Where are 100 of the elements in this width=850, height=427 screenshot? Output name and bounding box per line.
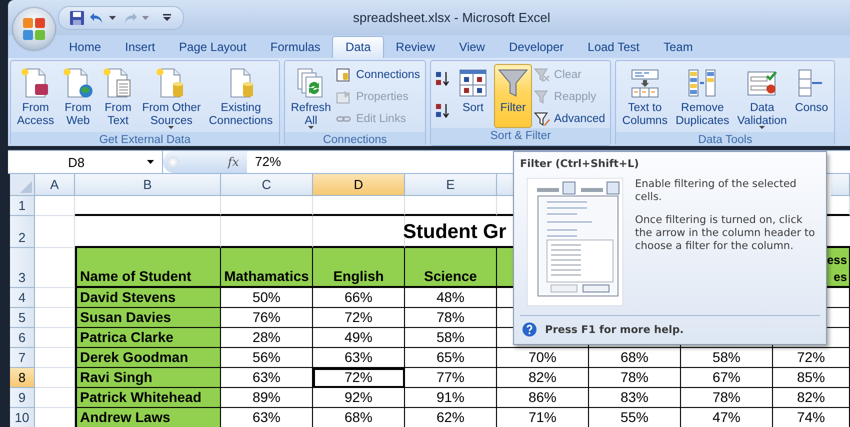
save-icon[interactable] (69, 10, 85, 26)
grade-cell: 71% (497, 408, 589, 427)
ribbon-button[interactable]: Filter (494, 64, 532, 128)
column-header[interactable]: A (35, 174, 75, 196)
column-heading-cell: Mathamatics (221, 248, 313, 288)
caret-icon (759, 126, 766, 129)
grade-cell: 68% (313, 408, 405, 427)
advanced-filter-icon (534, 111, 550, 127)
row-header[interactable]: 2 (10, 216, 35, 248)
corner-triangle-icon (20, 181, 32, 193)
group-label: Sort & Filter (431, 128, 610, 145)
grade-cell: 82% (497, 368, 589, 388)
insert-function-button[interactable]: fx (228, 155, 239, 169)
ribbon-button[interactable]: Data Validation (734, 64, 790, 132)
sheet-title: Student Gr (403, 220, 506, 244)
student-name-cell: Andrew Laws (75, 408, 221, 427)
column-header[interactable]: C (221, 174, 313, 196)
grade-cell: 72% (773, 348, 850, 368)
column-heading-cell: Science (405, 248, 497, 288)
resize-handle[interactable] (167, 156, 179, 168)
grade-cell: 77% (405, 368, 497, 388)
group-label: Get External Data (11, 132, 279, 146)
row-header[interactable]: 1 (10, 196, 35, 216)
ribbon-tab[interactable]: Insert (113, 37, 168, 58)
row-header[interactable]: 4 (10, 288, 35, 308)
student-name-cell: Derek Goodman (75, 348, 221, 368)
grade-cell: 63% (221, 368, 313, 388)
tooltip-title: Filter (Ctrl+Shift+L) (519, 157, 640, 170)
grade-cell: 28% (221, 328, 313, 348)
ribbon-button[interactable]: Text to Columns (619, 64, 671, 132)
ribbon-button[interactable]: Existing Connections (206, 64, 276, 132)
properties-icon (336, 89, 352, 105)
text-to-columns-icon (628, 67, 661, 99)
ribbon-button[interactable]: Conso (792, 64, 832, 132)
caret-icon[interactable] (109, 16, 116, 20)
column-header[interactable]: B (75, 174, 221, 196)
column-heading-cell: Name of Student (75, 248, 221, 288)
caret-icon (147, 160, 154, 164)
customize-toolbar-icon[interactable] (163, 14, 171, 21)
table-cell (35, 216, 75, 248)
reapply-filter-icon (534, 89, 550, 105)
column-header[interactable]: D (313, 174, 405, 196)
caret-icon (168, 126, 174, 129)
office-button[interactable] (13, 8, 55, 50)
filter-icon (497, 67, 530, 99)
grade-cell: 48% (405, 288, 497, 308)
grade-cell: 92% (313, 388, 405, 408)
column-header[interactable] (831, 174, 850, 196)
student-name-cell: Ravi Singh (75, 368, 221, 388)
ribbon-tab[interactable]: Review (384, 37, 448, 58)
grade-cell: 58% (681, 348, 773, 368)
ribbon-tab[interactable]: Load Test (576, 37, 652, 58)
grade-cell: 91% (405, 388, 497, 408)
row-header[interactable]: 9 (10, 388, 35, 408)
grade-cell: 62% (405, 408, 497, 427)
grade-cell: 83% (589, 388, 681, 408)
grade-cell: 76% (221, 308, 313, 328)
ribbon-button[interactable]: Remove Duplicates (672, 64, 732, 132)
grade-cell: 50% (221, 288, 313, 308)
row-header[interactable]: 10 (10, 408, 35, 427)
ribbon-button[interactable]: From Web (59, 64, 98, 132)
row-header[interactable]: 7 (10, 348, 35, 368)
ribbon-button[interactable]: From Access (14, 64, 58, 132)
row-header[interactable]: 5 (10, 308, 35, 328)
ribbon-tab[interactable]: Page Layout (167, 37, 258, 58)
ribbon-button[interactable]: Connections (336, 66, 422, 84)
grade-cell: 55% (589, 408, 681, 427)
grade-cell: 66% (313, 288, 405, 308)
ribbon-button[interactable]: From Text (99, 64, 138, 132)
column-heading-cell: English (313, 248, 405, 288)
row-header[interactable]: 8 (10, 368, 35, 388)
grade-cell: 65% (405, 348, 497, 368)
grade-cell: 78% (589, 368, 681, 388)
row-header[interactable]: 6 (10, 328, 35, 348)
remove-duplicates-icon (686, 67, 718, 99)
row-header[interactable]: 3 (10, 248, 35, 288)
ribbon-tab[interactable]: Team (651, 37, 705, 58)
sort-icon (457, 67, 490, 99)
ribbon-button[interactable]: Advanced (534, 110, 608, 128)
ribbon-tab[interactable]: View (447, 37, 497, 58)
grade-cell: 68% (589, 348, 681, 368)
ribbon-button[interactable]: Sort (454, 64, 492, 128)
ribbon-button[interactable]: Refresh All (288, 64, 334, 132)
ribbon-tab[interactable]: Developer (496, 37, 576, 58)
grade-cell: 86% (497, 388, 589, 408)
tooltip-text: Enable filtering of the selected cells. (635, 178, 798, 204)
ribbon-button[interactable]: From Other Sources (139, 64, 204, 132)
grade-cell: 72% (313, 368, 405, 388)
student-name-cell: Susan Davies (75, 308, 221, 328)
ribbon-tab[interactable]: Formulas (258, 37, 332, 58)
grade-cell: 63% (221, 408, 313, 427)
grade-cell: 49% (313, 328, 405, 348)
grade-cell: 72% (313, 308, 405, 328)
name-box[interactable]: D8 (8, 151, 163, 173)
student-name-cell: Patrick Whitehead (75, 388, 221, 408)
window-title: spreadsheet.xlsx - Microsoft Excel (353, 10, 550, 25)
column-header[interactable]: E (405, 174, 497, 196)
sort-descending-icon (434, 103, 450, 119)
ribbon-tab[interactable]: Home (57, 37, 114, 58)
ribbon-tab[interactable]: Data (332, 36, 384, 58)
